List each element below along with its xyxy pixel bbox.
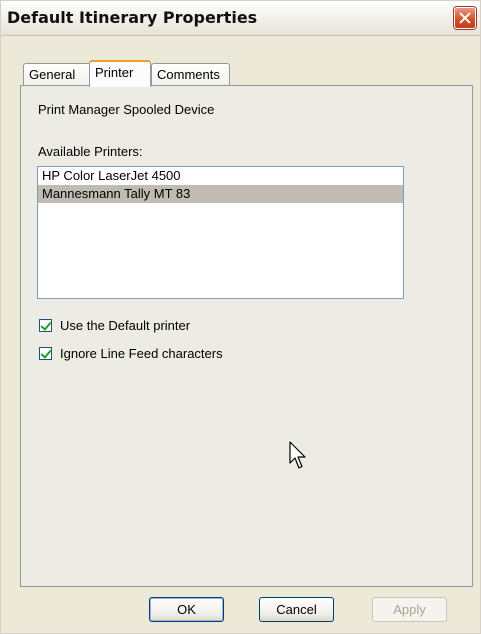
ignore-line-feed-checkbox[interactable] [39, 347, 52, 360]
ok-button[interactable]: OK [149, 597, 224, 622]
available-printers-label: Available Printers: [38, 144, 143, 159]
close-icon[interactable] [454, 7, 476, 29]
printer-tab-panel: Print Manager Spooled Device Available P… [20, 85, 473, 587]
mouse-pointer-icon [289, 441, 306, 469]
window-title: Default Itinerary Properties [7, 8, 258, 27]
tab-printer[interactable]: Printer [89, 60, 151, 87]
printer-listbox[interactable]: HP Color LaserJet 4500 Mannesmann Tally … [37, 166, 404, 299]
title-bar[interactable]: Default Itinerary Properties [1, 1, 480, 36]
printer-list-item[interactable]: HP Color LaserJet 4500 [38, 167, 403, 185]
tab-general[interactable]: General [23, 63, 91, 85]
apply-button[interactable]: Apply [372, 597, 447, 622]
printer-list-item[interactable]: Mannesmann Tally MT 83 [38, 185, 403, 203]
device-label: Print Manager Spooled Device [38, 102, 215, 117]
ignore-line-feed-label[interactable]: Ignore Line Feed characters [60, 346, 223, 361]
properties-dialog: Default Itinerary Properties General Pri… [0, 0, 481, 634]
cancel-button[interactable]: Cancel [259, 597, 334, 622]
use-default-printer-label[interactable]: Use the Default printer [60, 318, 190, 333]
use-default-printer-checkbox[interactable] [39, 319, 52, 332]
tab-comments[interactable]: Comments [151, 63, 230, 85]
